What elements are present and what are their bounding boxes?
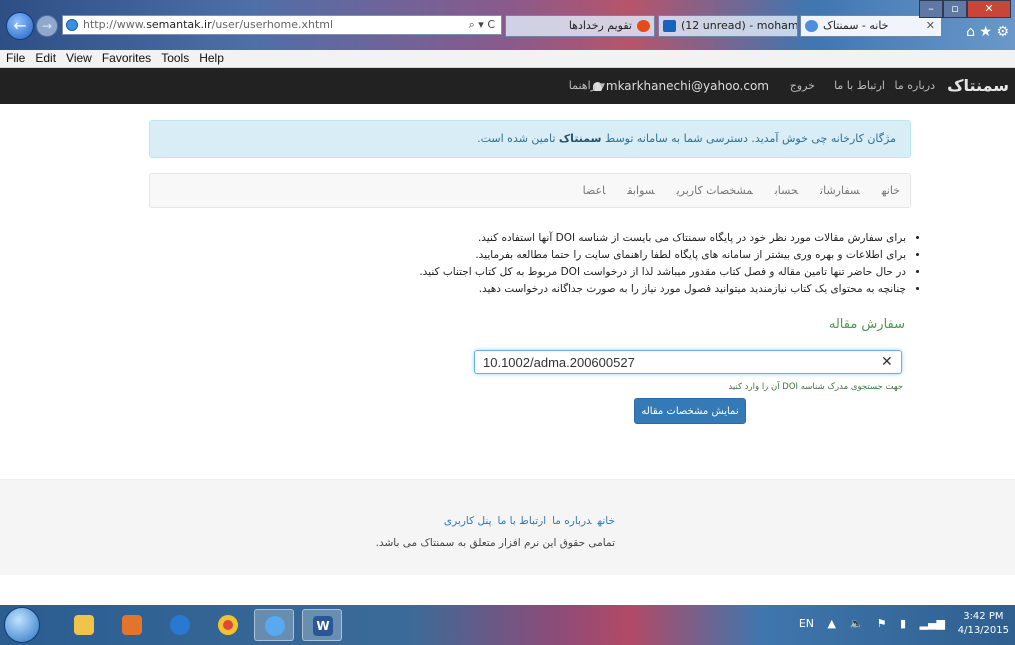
arrow-right-icon: → — [41, 19, 53, 33]
taskbar-firefox[interactable] — [160, 609, 200, 641]
volume-icon[interactable]: 🔈 — [849, 617, 863, 630]
language-indicator[interactable]: EN — [799, 617, 814, 630]
alert-brand: سمنتاک — [558, 132, 602, 145]
order-section-title: سفارش مقاله — [828, 317, 905, 332]
address-path: /user/userhome.xhtml — [211, 18, 334, 31]
tab-calendar[interactable]: تقویم رخدادها — [505, 15, 655, 37]
address-domain: semantak.ir — [146, 18, 212, 31]
start-button[interactable] — [4, 607, 40, 643]
tab-label: (12 unread) - mohammad... — [681, 19, 798, 32]
taskbar-clock[interactable]: 3:42 PM 4/13/2015 — [958, 610, 1009, 638]
media-icon — [122, 615, 142, 635]
signal-icon[interactable]: ▂▄▆ — [920, 617, 945, 630]
back-button[interactable]: ← — [6, 12, 34, 40]
list-item: چنانچه به محتوای یک کتاب نیازمندید میتوا… — [300, 281, 906, 298]
taskbar-word[interactable]: W — [302, 609, 342, 641]
folder-icon — [74, 615, 94, 635]
footer-copyright: تمامی حقوق این نرم افزار متعلق به سمنتاک… — [375, 537, 615, 549]
tab-mail[interactable]: (12 unread) - mohammad... — [658, 15, 798, 37]
nav-contact[interactable]: ارتباط با ما — [834, 68, 885, 104]
taskbar-explorer[interactable] — [64, 609, 104, 641]
menu-help[interactable]: Help — [199, 51, 224, 65]
close-tab-icon[interactable]: ✕ — [926, 16, 935, 36]
list-item: در حال حاضر تنها تامین مقاله و فصل کتاب … — [300, 264, 906, 281]
user-tabs-bar: خانه سفارشات حساب مشخصات کاربری سوابق اعضا — [149, 173, 911, 208]
minimize-button[interactable]: – — [919, 0, 943, 18]
doi-help-text: جهت جستجوی مدرک شناسه DOI آن را وارد کنی… — [728, 382, 903, 392]
list-item: برای اطلاعات و بهره وری بیشتر از سامانه … — [300, 247, 906, 264]
menu-view[interactable]: View — [66, 51, 92, 65]
chrome-icon — [218, 615, 238, 635]
favorites-star-icon[interactable]: ★ — [979, 24, 992, 40]
nav-guide-dropdown[interactable]: راهنما ▾ — [569, 68, 605, 104]
site-navbar: سمنتاک درباره ما ارتباط با ما خروج mkark… — [0, 68, 1015, 104]
tab-home[interactable]: خانه — [882, 184, 900, 197]
menu-tools[interactable]: Tools — [161, 51, 189, 65]
footer-link-contact[interactable]: ارتباط با ما — [498, 515, 547, 527]
taskbar-ie[interactable] — [254, 609, 294, 641]
show-article-button[interactable]: نمایش مشخصات مقاله — [634, 398, 746, 424]
list-item: برای سفارش مقالات مورد نظر خود در پایگاه… — [300, 230, 906, 247]
nav-logout[interactable]: خروج — [790, 68, 815, 104]
taskbar-media[interactable] — [112, 609, 152, 641]
footer-link-panel[interactable]: پنل کاربری — [444, 515, 492, 527]
tab-history[interactable]: سوابق — [627, 184, 654, 197]
word-icon: W — [313, 616, 333, 636]
user-email-text: mkarkhanechi@yahoo.com — [605, 79, 769, 93]
menu-bar: File Edit View Favorites Tools Help — [0, 50, 1015, 68]
toolbar-icons: ⌂ ★ ⚙ — [966, 24, 1009, 40]
windows-taskbar: W EN ▲ 🔈 ⚑ ▮ ▂▄▆ 3:42 PM 4/13/2015 — [0, 605, 1015, 645]
arrow-left-icon: ← — [13, 16, 27, 35]
instruction-list: برای سفارش مقالات مورد نظر خود در پایگاه… — [300, 230, 920, 298]
doi-input[interactable] — [474, 350, 902, 374]
flag-icon[interactable]: ⚑ — [877, 617, 887, 630]
taskbar-chrome[interactable] — [208, 609, 248, 641]
home-icon[interactable]: ⌂ — [966, 24, 975, 40]
footer-link-about[interactable]: درباره ما — [552, 515, 591, 527]
address-prefix: http://www. — [83, 18, 147, 31]
menu-favorites[interactable]: Favorites — [102, 51, 151, 65]
footer-links: خانه درباره ما ارتباط با ما پنل کاربری — [438, 515, 615, 527]
system-tray: EN ▲ 🔈 ⚑ ▮ ▂▄▆ — [789, 617, 945, 630]
network-icon[interactable]: ▮ — [900, 617, 906, 630]
alert-text-end: تامین شده است. — [477, 132, 559, 145]
tab-account[interactable]: حساب — [775, 184, 798, 197]
address-controls[interactable]: ⌕ ▾ C — [469, 16, 495, 34]
footer-link-home[interactable]: خانه — [598, 515, 615, 527]
tab-profile[interactable]: مشخصات کاربری — [677, 184, 753, 197]
gear-icon[interactable]: ⚙ — [996, 24, 1009, 40]
tab-label: خانه - سمنتاک — [823, 19, 889, 32]
alert-text: مژگان کارخانه چی خوش آمدید. دسترسی شما ب… — [601, 132, 896, 145]
tab-members[interactable]: اعضا — [583, 184, 606, 197]
site-brand[interactable]: سمنتاک — [947, 68, 1009, 104]
firefox-icon — [170, 615, 190, 635]
menu-file[interactable]: File — [6, 51, 25, 65]
tab-semantak-home[interactable]: خانه - سمنتاک ✕ — [800, 15, 942, 37]
window-controls: – ▫ ✕ — [919, 0, 1011, 18]
nav-about[interactable]: درباره ما — [895, 68, 935, 104]
tab-label: تقویم رخدادها — [568, 19, 632, 32]
ie-page-icon — [805, 20, 818, 32]
clock-time: 3:42 PM — [963, 611, 1004, 622]
calendar-site-icon — [637, 20, 650, 32]
browser-chrome: ← → http://www.semantak.ir/user/userhome… — [0, 0, 1015, 50]
address-bar[interactable]: http://www.semantak.ir/user/userhome.xht… — [62, 15, 502, 35]
close-window-button[interactable]: ✕ — [967, 0, 1011, 18]
ie-icon — [265, 616, 285, 636]
welcome-alert: مژگان کارخانه چی خوش آمدید. دسترسی شما ب… — [149, 120, 911, 158]
clear-input-icon[interactable]: ✕ — [881, 353, 893, 371]
forward-button[interactable]: → — [36, 15, 58, 37]
mail-icon — [663, 20, 676, 32]
clock-date: 4/13/2015 — [957, 625, 1009, 636]
tray-expand-icon[interactable]: ▲ — [828, 617, 836, 630]
nav-user-email[interactable]: mkarkhanechi@yahoo.com — [592, 68, 769, 104]
site-footer: خانه درباره ما ارتباط با ما پنل کاربری تمام… — [0, 479, 1015, 575]
maximize-button[interactable]: ▫ — [943, 0, 967, 18]
tab-orders[interactable]: سفارشات — [820, 184, 860, 197]
menu-edit[interactable]: Edit — [35, 51, 56, 65]
ie-page-icon — [66, 19, 78, 31]
